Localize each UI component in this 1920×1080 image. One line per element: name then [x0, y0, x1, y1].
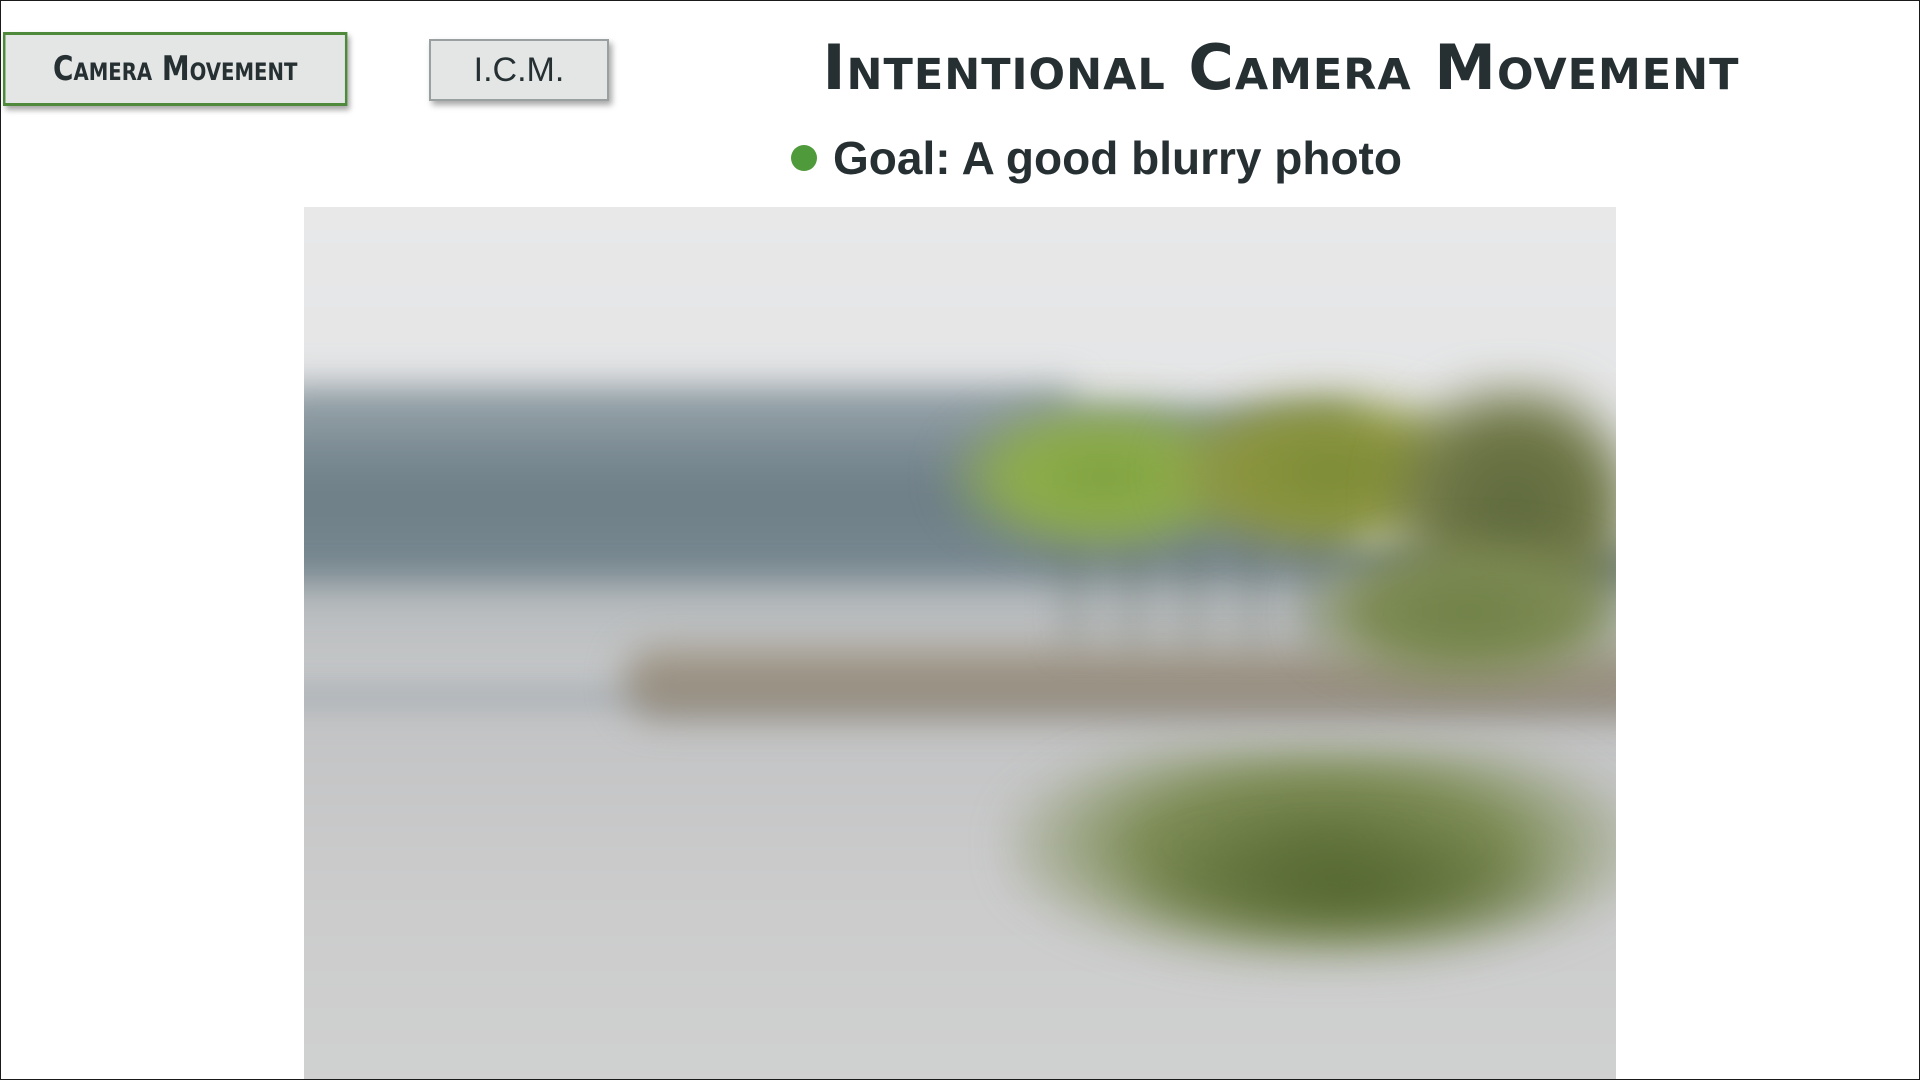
photo-reflection-dark [1124, 827, 1564, 947]
slide-title: Intentional Camera Movement [822, 31, 1740, 104]
sub-tab-label: I.C.M. [473, 50, 565, 89]
photo-bush [1304, 537, 1616, 687]
section-tab-label: Camera Movement [53, 49, 298, 89]
bullet-item: Goal: A good blurry photo [791, 131, 1402, 185]
bullet-text: Goal: A good blurry photo [833, 132, 1402, 184]
sub-tab[interactable]: I.C.M. [429, 39, 609, 101]
section-tab[interactable]: Camera Movement [3, 32, 348, 106]
slide: Camera Movement I.C.M. Intentional Camer… [0, 0, 1920, 1080]
blurry-landscape-photo [304, 207, 1616, 1079]
bullet-dot-icon [791, 145, 817, 171]
